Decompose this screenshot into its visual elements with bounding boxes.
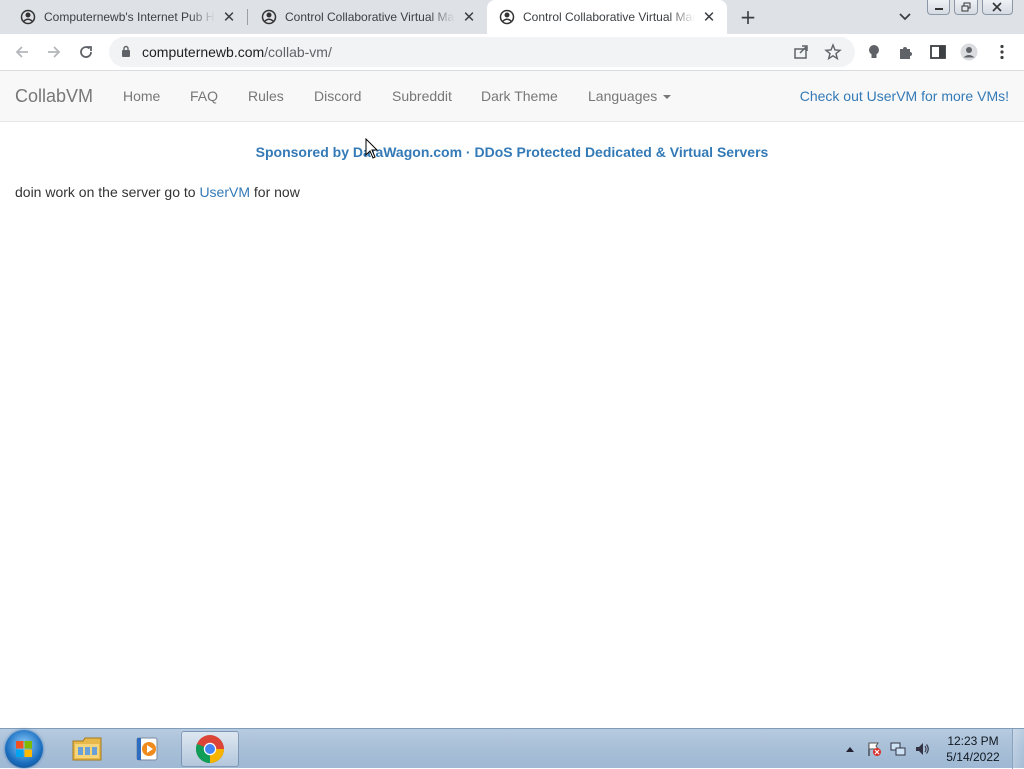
nav-faq[interactable]: FAQ <box>190 88 218 104</box>
network-status[interactable] <box>890 741 906 757</box>
computernewb-favicon-icon <box>20 9 36 25</box>
chrome-menu-button[interactable] <box>993 43 1011 61</box>
address-bar[interactable]: computernewb.com/collab-vm/ <box>109 37 855 67</box>
close-tab-icon[interactable]: ✕ <box>461 8 477 26</box>
chrome-icon <box>195 735 224 763</box>
browser-tab-2[interactable]: Control Collaborative Virtual Machines ✕ <box>241 0 487 34</box>
tab-title: Control Collaborative Virtual Machines <box>523 10 695 24</box>
star-icon <box>824 43 842 61</box>
action-center-flag-icon <box>868 742 881 756</box>
show-desktop-button[interactable] <box>1012 729 1024 769</box>
browser-tab-1[interactable]: Computernewb's Internet Pub Hub ✕ <box>0 0 247 34</box>
taskbar-windows-explorer[interactable] <box>58 731 116 767</box>
uservm-inline-link[interactable]: UserVM <box>199 184 250 200</box>
forward-button[interactable] <box>45 43 63 61</box>
tab-search-chevron-icon[interactable] <box>897 8 913 24</box>
site-navbar: CollabVM Home FAQ Rules Discord Subreddi… <box>0 71 1024 122</box>
minimize-button[interactable] <box>927 0 951 15</box>
nav-rules[interactable]: Rules <box>248 88 284 104</box>
restore-icon <box>961 2 971 12</box>
windows-logo-icon <box>16 741 32 757</box>
taskbar-media-player[interactable] <box>118 731 176 767</box>
new-tab-button[interactable]: + <box>737 5 759 29</box>
taskbar-google-chrome[interactable] <box>181 731 239 767</box>
tab-title: Computernewb's Internet Pub Hub <box>44 10 215 24</box>
extensions-menu-button[interactable] <box>897 43 915 61</box>
caret-down-icon <box>663 95 672 100</box>
share-icon <box>794 45 808 59</box>
url-text: computernewb.com/collab-vm/ <box>142 44 332 60</box>
nav-languages-label: Languages <box>588 88 658 104</box>
extension-button[interactable] <box>865 43 883 61</box>
reload-icon <box>80 46 92 58</box>
kebab-menu-icon <box>1000 44 1004 60</box>
computernewb-favicon-icon <box>261 9 277 25</box>
tab-title: Control Collaborative Virtual Machines <box>285 10 455 24</box>
clock-time: 12:23 PM <box>947 734 999 748</box>
puzzle-icon <box>900 47 912 59</box>
message-text-end: for now <box>250 184 300 200</box>
computernewb-favicon-icon <box>499 9 515 25</box>
nav-discord[interactable]: Discord <box>314 88 361 104</box>
url-host: computernewb.com <box>142 44 265 60</box>
clock-date: 5/14/2022 <box>946 750 1000 764</box>
profile-avatar-icon <box>960 43 978 61</box>
url-path: /collab-vm/ <box>264 44 332 60</box>
browser-tab-3-active[interactable]: Control Collaborative Virtual Machines ✕ <box>487 0 727 34</box>
lock-icon[interactable] <box>121 45 131 57</box>
profile-button[interactable] <box>960 43 978 61</box>
back-button[interactable] <box>13 43 31 61</box>
action-center-flag[interactable] <box>866 741 882 757</box>
share-button[interactable] <box>792 43 810 61</box>
message-text: doin work on the server go to <box>15 184 200 200</box>
speaker-icon <box>916 743 929 755</box>
status-message: doin work on the server go to UserVM for… <box>15 184 300 200</box>
minimize-icon <box>934 8 943 10</box>
volume-control[interactable] <box>914 741 930 757</box>
folder-icon <box>72 737 102 761</box>
windows-taskbar: 12:23 PM 5/14/2022 <box>0 728 1024 769</box>
nav-languages-dropdown[interactable]: Languages <box>588 88 672 104</box>
close-tab-icon[interactable]: ✕ <box>221 8 237 26</box>
network-icon <box>890 742 906 756</box>
bookmark-star-button[interactable] <box>824 43 842 61</box>
nav-home[interactable]: Home <box>123 88 160 104</box>
reload-button[interactable] <box>77 43 95 61</box>
nav-dark-theme[interactable]: Dark Theme <box>481 88 558 104</box>
forward-arrow-icon <box>48 46 61 58</box>
close-tab-icon[interactable]: ✕ <box>701 8 717 26</box>
system-clock[interactable]: 12:23 PM 5/14/2022 <box>940 733 1006 765</box>
side-panel-icon <box>930 45 946 59</box>
side-panel-button[interactable] <box>929 43 947 61</box>
system-tray <box>842 739 938 759</box>
uservm-link[interactable]: Check out UserVM for more VMs! <box>800 88 1009 104</box>
nav-subreddit[interactable]: Subreddit <box>392 88 452 104</box>
start-button[interactable] <box>5 730 43 768</box>
restore-button[interactable] <box>954 0 978 15</box>
back-arrow-icon <box>15 46 28 58</box>
brand-logo[interactable]: CollabVM <box>15 86 93 107</box>
sponsor-link[interactable]: Sponsored by DataWagon.com · DDoS Protec… <box>0 144 1024 160</box>
window-controls <box>927 0 1017 18</box>
close-window-button[interactable] <box>981 0 1013 15</box>
media-player-icon <box>136 737 158 761</box>
chevron-up-icon <box>846 747 854 752</box>
mouse-cursor-icon <box>365 138 379 159</box>
show-hidden-icons-button[interactable] <box>842 741 858 757</box>
close-icon <box>992 2 1002 12</box>
tab-strip: Computernewb's Internet Pub Hub ✕ Contro… <box>0 0 1024 34</box>
extension-bulb-icon <box>869 45 879 58</box>
browser-toolbar: computernewb.com/collab-vm/ <box>0 34 1024 71</box>
